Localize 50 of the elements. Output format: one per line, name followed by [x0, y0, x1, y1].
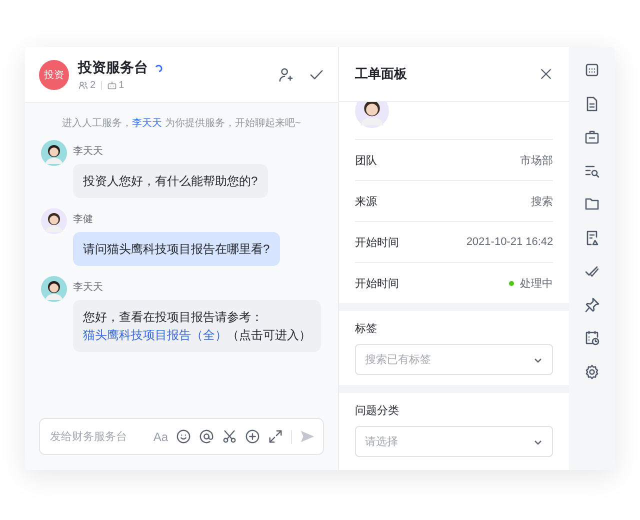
- group-avatar: 投资: [39, 60, 69, 90]
- bot-count: 1: [118, 80, 124, 90]
- people-icon: [78, 80, 88, 90]
- section-label: 问题分类: [355, 404, 400, 418]
- field-value: 市场部: [520, 154, 554, 168]
- avatar: [41, 208, 67, 234]
- report-link[interactable]: 猫头鹰科技项目报告（全）: [83, 328, 227, 342]
- message-text: 投资人您好，有什么能帮助您的?: [83, 173, 258, 190]
- chat-title: 投资服务台: [78, 58, 148, 76]
- panel-title: 工单面板: [355, 65, 407, 83]
- sender-name: 李天天: [73, 280, 103, 294]
- avatar: [41, 276, 67, 302]
- check-icon[interactable]: [309, 67, 324, 82]
- folder-icon[interactable]: [584, 196, 600, 212]
- category-select[interactable]: 请选择: [355, 426, 554, 457]
- settings-icon[interactable]: [584, 364, 600, 380]
- refresh-icon[interactable]: [154, 62, 164, 72]
- field-label: 来源: [355, 194, 377, 208]
- message-field[interactable]: 发给财务服务台 Aa: [39, 418, 324, 455]
- agent-link[interactable]: 李天天: [132, 118, 162, 129]
- field-value: 处理中: [520, 276, 554, 290]
- add-circle-icon[interactable]: [245, 429, 260, 444]
- field-label: 开始时间: [355, 236, 399, 250]
- member-count: 2: [90, 80, 96, 90]
- avatar: [41, 140, 67, 166]
- tag-select[interactable]: 搜索已有标签: [355, 344, 554, 375]
- expand-icon[interactable]: [268, 429, 283, 444]
- report-icon[interactable]: [584, 230, 600, 246]
- sender-name: 李健: [73, 212, 93, 226]
- calendar-grid-icon[interactable]: [584, 62, 600, 78]
- message-text: 请问猫头鹰科技项目报告在哪里看?: [83, 241, 270, 258]
- emoji-icon[interactable]: [176, 429, 191, 444]
- field-value: 2021-10-21 16:42: [466, 236, 554, 248]
- close-icon[interactable]: [539, 67, 554, 81]
- field-label: 团队: [355, 154, 377, 168]
- message-note: （点击可进入）: [227, 328, 311, 342]
- sender-name: 李天天: [73, 144, 103, 158]
- add-user-icon[interactable]: [278, 67, 293, 82]
- service-notice: 进入人工服务，李天天 为你提供服务，开始聊起来吧~: [61, 116, 302, 131]
- scissors-icon[interactable]: [222, 429, 237, 444]
- pin-icon[interactable]: [584, 296, 600, 312]
- font-button[interactable]: Aa: [153, 430, 168, 444]
- robot-icon: [106, 80, 117, 90]
- field-value: 搜索: [531, 194, 554, 208]
- field-label: 开始时间: [355, 276, 399, 290]
- section-label: 标签: [355, 322, 378, 336]
- briefcase-icon[interactable]: [584, 129, 600, 145]
- message-text: 您好，查看在投项目报告请参考：: [83, 309, 264, 326]
- at-icon[interactable]: [199, 429, 214, 444]
- calendar-clock-icon[interactable]: [584, 330, 600, 346]
